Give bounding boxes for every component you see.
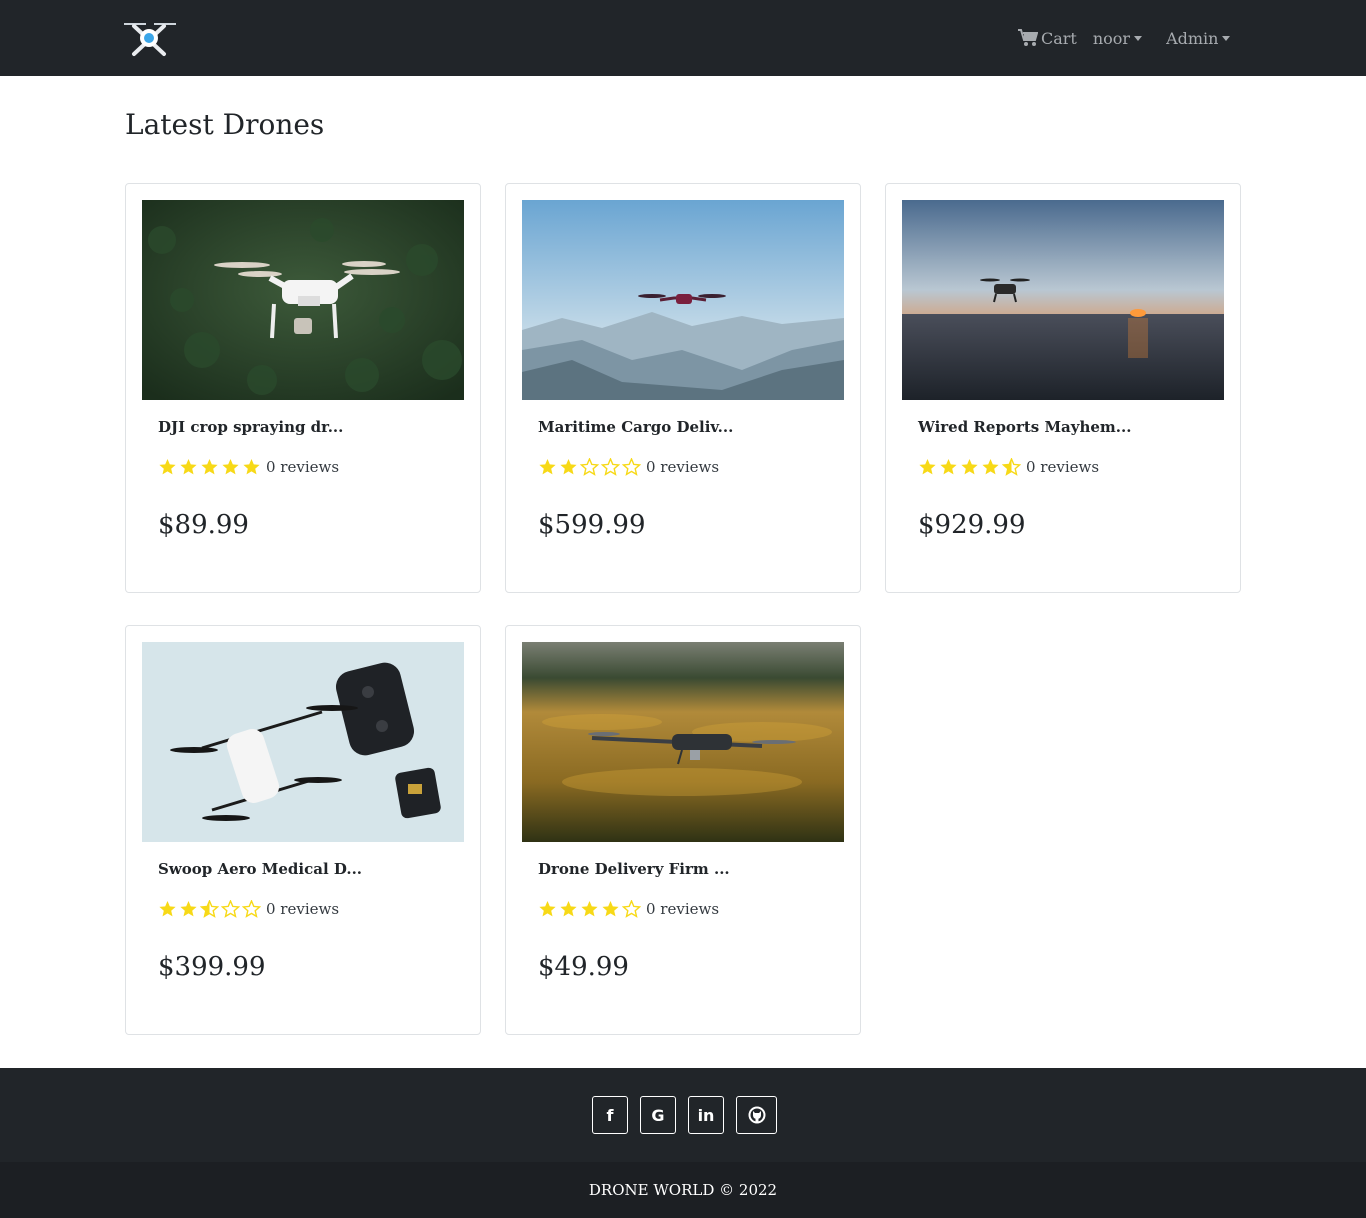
- rating-stars: [158, 900, 263, 918]
- star-filled-icon: [243, 459, 260, 475]
- navbar: Cart noor Admin: [0, 0, 1366, 76]
- product-image[interactable]: [902, 200, 1224, 400]
- cart-icon: [1018, 29, 1038, 46]
- star-filled-icon: [581, 901, 598, 917]
- copyright-bar: DRONE WORLD © 2022: [0, 1162, 1366, 1218]
- product-image[interactable]: [142, 200, 464, 400]
- star-empty-icon: [622, 900, 641, 918]
- star-filled-icon: [982, 459, 999, 475]
- review-count: 0 reviews: [1026, 458, 1100, 476]
- star-filled-icon: [222, 459, 239, 475]
- product-rating: 0 reviews: [158, 900, 339, 918]
- star-filled-icon: [159, 459, 176, 475]
- cart-label: Cart: [1041, 28, 1077, 48]
- product-rating: 0 reviews: [538, 458, 719, 476]
- rating-stars: [538, 900, 643, 918]
- product-card[interactable]: Drone Delivery Firm ... 0 reviews $49.99: [505, 625, 861, 1035]
- product-price: $599.99: [538, 510, 646, 540]
- social-links: f G in: [592, 1096, 777, 1134]
- product-card[interactable]: Maritime Cargo Deliv... 0 reviews $599.9…: [505, 183, 861, 593]
- footer: f G in: [0, 1068, 1366, 1162]
- admin-dropdown[interactable]: Admin: [1166, 28, 1231, 48]
- star-half-icon: [1002, 458, 1021, 476]
- product-rating: 0 reviews: [918, 458, 1099, 476]
- star-filled-icon: [539, 901, 556, 917]
- product-title[interactable]: Swoop Aero Medical D...: [158, 860, 362, 878]
- product-card[interactable]: Swoop Aero Medical D... 0 reviews $399.9…: [125, 625, 481, 1035]
- product-rating: 0 reviews: [158, 458, 339, 476]
- star-filled-icon: [602, 901, 619, 917]
- product-price: $929.99: [918, 510, 1026, 540]
- star-filled-icon: [180, 901, 197, 917]
- page-title: Latest Drones: [125, 108, 325, 141]
- product-card[interactable]: Wired Reports Mayhem... 0 reviews $929.9…: [885, 183, 1241, 593]
- product-title[interactable]: Maritime Cargo Deliv...: [538, 418, 733, 436]
- user-label: noor: [1092, 28, 1131, 48]
- review-count: 0 reviews: [266, 900, 340, 918]
- star-empty-icon: [242, 900, 261, 918]
- review-count: 0 reviews: [646, 458, 720, 476]
- chevron-down-icon: [1222, 35, 1231, 41]
- star-filled-icon: [940, 459, 957, 475]
- star-empty-icon: [601, 458, 620, 476]
- star-filled-icon: [201, 459, 218, 475]
- linkedin-icon: in: [697, 1105, 715, 1125]
- chevron-down-icon: [1134, 35, 1143, 41]
- github-button[interactable]: [736, 1096, 777, 1134]
- product-price: $89.99: [158, 510, 249, 540]
- product-rating: 0 reviews: [538, 900, 719, 918]
- star-empty-icon: [221, 900, 240, 918]
- star-half-icon: [200, 900, 219, 918]
- star-filled-icon: [539, 459, 556, 475]
- rating-stars: [918, 458, 1023, 476]
- star-filled-icon: [560, 901, 577, 917]
- github-icon: [748, 1106, 765, 1124]
- admin-label: Admin: [1166, 28, 1219, 48]
- facebook-icon: f: [606, 1105, 614, 1125]
- star-filled-icon: [159, 901, 176, 917]
- google-button[interactable]: G: [640, 1096, 676, 1134]
- star-empty-icon: [622, 458, 641, 476]
- facebook-button[interactable]: f: [592, 1096, 628, 1134]
- product-image[interactable]: [522, 200, 844, 400]
- product-price: $399.99: [158, 952, 266, 982]
- product-price: $49.99: [538, 952, 629, 982]
- star-filled-icon: [919, 459, 936, 475]
- rating-stars: [158, 458, 263, 476]
- review-count: 0 reviews: [646, 900, 720, 918]
- product-image[interactable]: [142, 642, 464, 842]
- drone-logo-icon[interactable]: [124, 18, 176, 58]
- copyright-text: DRONE WORLD © 2022: [588, 1181, 778, 1199]
- product-title[interactable]: Drone Delivery Firm ...: [538, 860, 730, 878]
- rating-stars: [538, 458, 643, 476]
- google-icon: G: [651, 1105, 665, 1125]
- product-title[interactable]: DJI crop spraying dr...: [158, 418, 343, 436]
- star-filled-icon: [560, 459, 577, 475]
- cart-link[interactable]: Cart: [1018, 29, 1077, 48]
- star-empty-icon: [580, 458, 599, 476]
- product-title[interactable]: Wired Reports Mayhem...: [918, 418, 1131, 436]
- star-filled-icon: [180, 459, 197, 475]
- product-card[interactable]: DJI crop spraying dr... 0 reviews $89.99: [125, 183, 481, 593]
- product-image[interactable]: [522, 642, 844, 842]
- linkedin-button[interactable]: in: [688, 1096, 724, 1134]
- user-dropdown[interactable]: noor: [1092, 28, 1143, 48]
- review-count: 0 reviews: [266, 458, 340, 476]
- star-filled-icon: [961, 459, 978, 475]
